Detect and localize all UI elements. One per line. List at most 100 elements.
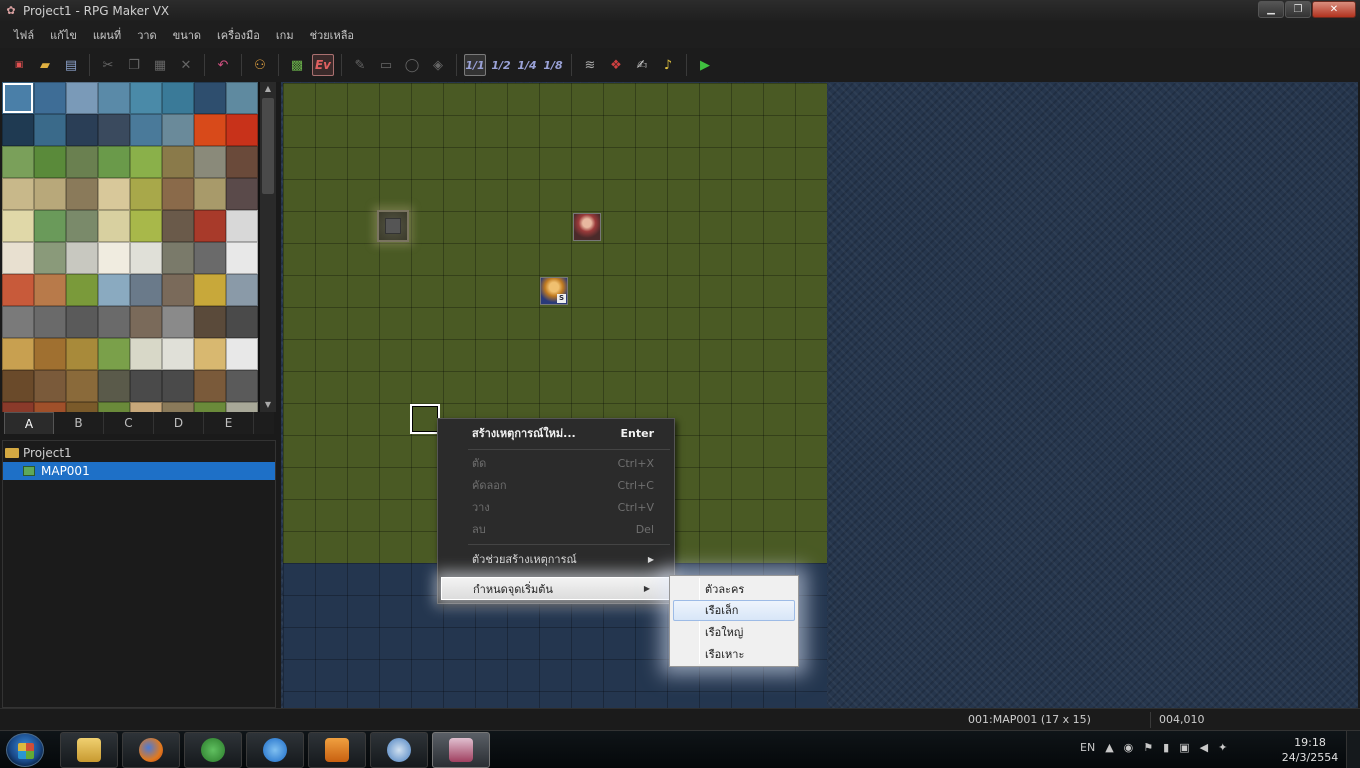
- tile[interactable]: [130, 210, 162, 242]
- taskbar-app[interactable]: [370, 732, 428, 768]
- tray-expand-icon[interactable]: ▲: [1105, 741, 1113, 754]
- menu-delete[interactable]: ลบ Del: [438, 518, 674, 540]
- tile[interactable]: [98, 306, 130, 338]
- tile[interactable]: [130, 146, 162, 178]
- menu-set-start[interactable]: กำหนดจุดเริ่มต้น ▶: [441, 577, 671, 600]
- scroll-up-icon[interactable]: ▲: [260, 82, 276, 96]
- copy-icon[interactable]: ❐: [123, 54, 145, 76]
- tile[interactable]: [226, 338, 258, 370]
- tile[interactable]: [98, 210, 130, 242]
- menu-cut[interactable]: ตัด Ctrl+X: [438, 452, 674, 474]
- menu-help[interactable]: ช่วยเหลือ: [302, 26, 362, 44]
- menu-edit[interactable]: แก้ไข: [42, 26, 85, 44]
- tile-palette[interactable]: ▲ ▼: [2, 82, 276, 412]
- tile[interactable]: [194, 178, 226, 210]
- menu-map[interactable]: แผนที่: [85, 26, 129, 44]
- tile[interactable]: [226, 82, 258, 114]
- tile[interactable]: [98, 242, 130, 274]
- tile[interactable]: [162, 146, 194, 178]
- tile[interactable]: [194, 242, 226, 274]
- tray-app-icon[interactable]: ◉: [1124, 741, 1134, 754]
- tile[interactable]: [66, 146, 98, 178]
- tile[interactable]: [194, 82, 226, 114]
- tile[interactable]: [2, 306, 34, 338]
- tile[interactable]: [34, 210, 66, 242]
- event-stone-tile[interactable]: [377, 210, 409, 242]
- tile[interactable]: [34, 242, 66, 274]
- map-mode-icon[interactable]: ▩: [286, 54, 308, 76]
- tile[interactable]: [66, 242, 98, 274]
- menu-paste[interactable]: วาง Ctrl+V: [438, 496, 674, 518]
- menu-game[interactable]: เกม: [268, 26, 302, 44]
- tile[interactable]: [194, 306, 226, 338]
- menu-tools[interactable]: เครื่องมือ: [209, 26, 268, 44]
- volume-icon[interactable]: ◀: [1200, 741, 1208, 754]
- tile[interactable]: [2, 146, 34, 178]
- tile[interactable]: [98, 402, 130, 412]
- tile[interactable]: [162, 306, 194, 338]
- taskbar-media-player[interactable]: [308, 732, 366, 768]
- tile[interactable]: [162, 178, 194, 210]
- tile[interactable]: [66, 306, 98, 338]
- tile[interactable]: [66, 338, 98, 370]
- tile[interactable]: [194, 114, 226, 146]
- tile[interactable]: [130, 338, 162, 370]
- tile[interactable]: [34, 274, 66, 306]
- scale-1-2-button[interactable]: 1/2: [490, 54, 512, 76]
- taskbar-messenger[interactable]: [184, 732, 242, 768]
- tile-grid[interactable]: [2, 82, 260, 412]
- menu-new-event[interactable]: สร้างเหตุการณ์ใหม่... Enter: [438, 422, 674, 444]
- tile[interactable]: [130, 370, 162, 402]
- taskbar-ie[interactable]: [246, 732, 304, 768]
- tile[interactable]: [66, 114, 98, 146]
- tile[interactable]: [2, 178, 34, 210]
- tile[interactable]: [98, 146, 130, 178]
- tab-d[interactable]: D: [154, 412, 204, 434]
- tile[interactable]: [162, 114, 194, 146]
- character-icon[interactable]: ⚇: [249, 54, 271, 76]
- playtest-icon[interactable]: ▶: [694, 54, 716, 76]
- tile[interactable]: [194, 274, 226, 306]
- close-button[interactable]: ✕: [1312, 1, 1356, 18]
- tile[interactable]: [34, 114, 66, 146]
- rectangle-icon[interactable]: ▭: [375, 54, 397, 76]
- tile[interactable]: [130, 402, 162, 412]
- clock[interactable]: 19:18 24/3/2554: [1280, 735, 1340, 765]
- taskbar-explorer[interactable]: [60, 732, 118, 768]
- scale-1-4-button[interactable]: 1/4: [516, 54, 538, 76]
- tile[interactable]: [2, 210, 34, 242]
- delete-icon[interactable]: ✕: [175, 54, 197, 76]
- event-character-girl[interactable]: [573, 213, 601, 241]
- tile[interactable]: [226, 242, 258, 274]
- map-canvas[interactable]: S: [281, 82, 1358, 708]
- pencil-icon[interactable]: ✎: [349, 54, 371, 76]
- submenu-boat[interactable]: เรือเล็ก: [673, 600, 795, 621]
- script-editor-icon[interactable]: ✍: [631, 54, 653, 76]
- tile[interactable]: [2, 242, 34, 274]
- tile[interactable]: [34, 82, 66, 114]
- tile[interactable]: [226, 210, 258, 242]
- start-button[interactable]: [6, 733, 44, 767]
- action-center-icon[interactable]: ⚑: [1143, 741, 1153, 754]
- tile[interactable]: [66, 370, 98, 402]
- tile[interactable]: [98, 178, 130, 210]
- dropbox-icon[interactable]: ✦: [1218, 741, 1227, 754]
- menu-scale[interactable]: ขนาด: [165, 26, 209, 44]
- tile[interactable]: [34, 178, 66, 210]
- tile[interactable]: [98, 114, 130, 146]
- tile[interactable]: [34, 338, 66, 370]
- tree-map-item[interactable]: MAP001: [3, 462, 275, 480]
- maximize-button[interactable]: ❐: [1285, 1, 1311, 18]
- tile[interactable]: [66, 402, 98, 412]
- tile[interactable]: [34, 306, 66, 338]
- scale-1-8-button[interactable]: 1/8: [542, 54, 564, 76]
- tile[interactable]: [130, 82, 162, 114]
- taskbar-rpgmaker[interactable]: [432, 732, 490, 768]
- tile[interactable]: [162, 338, 194, 370]
- tile[interactable]: [226, 178, 258, 210]
- tile[interactable]: [226, 114, 258, 146]
- tile[interactable]: [162, 242, 194, 274]
- scroll-down-icon[interactable]: ▼: [260, 398, 276, 412]
- tile[interactable]: [226, 402, 258, 412]
- minimize-button[interactable]: ▁: [1258, 1, 1284, 18]
